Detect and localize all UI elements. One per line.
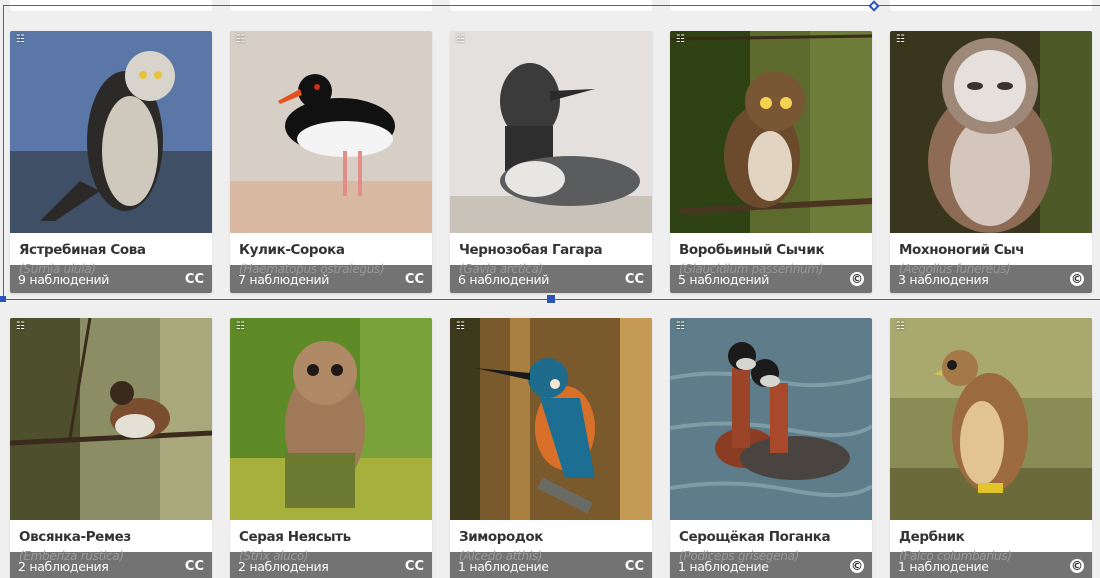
species-info: Серощёкая Поганка (Podiceps grisegena) [670,520,872,578]
common-name[interactable]: Мохноногий Сыч [899,242,1083,258]
sliders-icon: ☷ [896,34,905,45]
species-card[interactable]: ☷ 5 наблюдений © Воробьиный Сычик (Glauc… [670,31,872,293]
sliders-icon: ☷ [896,321,905,332]
scientific-name: (Surnia ulula) [19,262,96,276]
scientific-name: (Emberiza rustica) [19,549,124,563]
species-photo[interactable] [890,31,1092,233]
species-info: Чернозобая Гагара (Gavia arctica) [450,233,652,293]
resize-handle-bottom-left[interactable] [0,296,6,302]
sliders-icon: ☷ [16,34,25,45]
species-info: Серая Неясыть (Strix aluco) [230,520,432,578]
species-info: Ястребиная Сова (Surnia ulula) [10,233,212,293]
sliders-icon: ☷ [236,34,245,45]
sliders-icon: ☷ [236,321,245,332]
species-photo[interactable] [230,31,432,233]
scientific-name: (Glaucidium passerinum) [679,262,824,276]
sliders-icon: ☷ [456,34,465,45]
species-card[interactable]: ☷ 2 наблюдения CC Серая Неясыть (Strix a… [230,318,432,578]
species-card[interactable]: ☷ 1 наблюдение © Дербник (Falco columbar… [890,318,1092,578]
common-name[interactable]: Дербник [899,529,1083,545]
species-card[interactable]: ☷ 7 наблюдений CC Кулик-Сорока (Haematop… [230,31,432,293]
species-info: Кулик-Сорока (Haematopus ostralegus) [230,233,432,293]
species-photo[interactable] [890,318,1092,520]
resize-handle-bottom[interactable] [547,295,555,303]
species-card[interactable]: ☷ 3 наблюдения © Мохноногий Сыч (Aegoliu… [890,31,1092,293]
scientific-name: (Haematopus ostralegus) [239,262,385,276]
species-card[interactable]: ☷ 6 наблюдений CC Чернозобая Гагара (Gav… [450,31,652,293]
previous-row-bottom [0,0,1100,12]
species-photo[interactable] [10,318,212,520]
scientific-name: (Alcedo atthis) [459,549,543,563]
scientific-name: (Falco columbarius) [899,549,1012,563]
species-photo[interactable] [670,318,872,520]
sliders-icon: ☷ [676,321,685,332]
common-name[interactable]: Зимородок [459,529,643,545]
common-name[interactable]: Кулик-Сорока [239,242,423,258]
species-card[interactable]: ☷ 1 наблюдение CC Зимородок (Alcedo atth… [450,318,652,578]
species-photo[interactable] [450,318,652,520]
species-info: Воробьиный Сычик (Glaucidium passerinum) [670,233,872,293]
common-name[interactable]: Овсянка-Ремез [19,529,203,545]
species-card[interactable]: ☷ 1 наблюдение © Серощёкая Поганка (Podi… [670,318,872,578]
common-name[interactable]: Ястребиная Сова [19,242,203,258]
common-name[interactable]: Воробьиный Сычик [679,242,863,258]
species-photo[interactable] [670,31,872,233]
species-row-2: ☷ 2 наблюдения CC Овсянка-Ремез (Emberiz… [10,318,1092,578]
species-info: Мохноногий Сыч (Aegolius funereus) [890,233,1092,293]
scientific-name: (Podiceps grisegena) [679,549,800,563]
species-row-1: ☷ 9 наблюдений CC Ястребиная Сова (Surni… [10,31,1092,293]
sliders-icon: ☷ [16,321,25,332]
common-name[interactable]: Серая Неясыть [239,529,423,545]
species-card[interactable]: ☷ 9 наблюдений CC Ястребиная Сова (Surni… [10,31,212,293]
species-photo[interactable] [450,31,652,233]
sliders-icon: ☷ [676,34,685,45]
species-info: Зимородок (Alcedo atthis) [450,520,652,578]
common-name[interactable]: Чернозобая Гагара [459,242,643,258]
scientific-name: (Strix aluco) [239,549,309,563]
species-photo[interactable] [10,31,212,233]
species-info: Дербник (Falco columbarius) [890,520,1092,578]
species-card[interactable]: ☷ 2 наблюдения CC Овсянка-Ремез (Emberiz… [10,318,212,578]
species-photo[interactable] [230,318,432,520]
scientific-name: (Aegolius funereus) [899,262,1011,276]
scientific-name: (Gavia arctica) [459,262,543,276]
common-name[interactable]: Серощёкая Поганка [679,529,863,545]
sliders-icon: ☷ [456,321,465,332]
species-info: Овсянка-Ремез (Emberiza rustica) [10,520,212,578]
